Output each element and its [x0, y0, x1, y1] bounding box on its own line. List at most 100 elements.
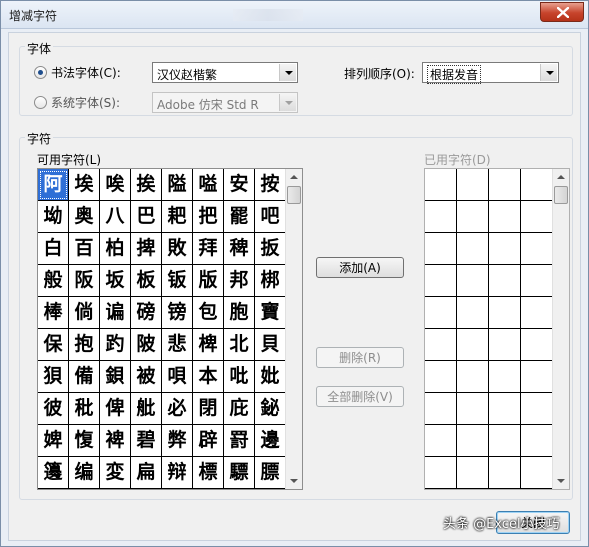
used-char-cell[interactable]: [457, 169, 489, 201]
used-char-cell[interactable]: [457, 361, 489, 393]
char-cell[interactable]: 北: [224, 329, 255, 361]
char-cell[interactable]: 必: [162, 393, 193, 425]
char-cell[interactable]: 版: [193, 265, 224, 297]
delete-button[interactable]: 删除(R): [316, 347, 404, 368]
char-cell[interactable]: 保: [38, 329, 69, 361]
char-cell[interactable]: 把: [193, 201, 224, 233]
used-char-cell[interactable]: [521, 457, 553, 489]
chevron-down-icon[interactable]: [540, 64, 557, 81]
char-cell[interactable]: 唉: [100, 169, 131, 201]
used-char-cell[interactable]: [521, 425, 553, 457]
calligraphy-font-radio[interactable]: 书法字体(C):: [34, 64, 121, 81]
char-cell[interactable]: 梆: [255, 265, 286, 297]
char-cell[interactable]: 嗌: [193, 169, 224, 201]
char-cell[interactable]: 白: [38, 233, 69, 265]
title-bar[interactable]: 增减字符: [1, 1, 588, 29]
char-cell[interactable]: 陂: [131, 329, 162, 361]
scroll-down-icon[interactable]: [286, 473, 302, 489]
chevron-down-icon[interactable]: [279, 64, 296, 81]
char-cell[interactable]: 被: [131, 361, 162, 393]
scroll-thumb[interactable]: [287, 186, 301, 204]
used-char-cell[interactable]: [521, 169, 553, 201]
system-font-radio[interactable]: 系统字体(S):: [34, 94, 120, 111]
char-cell[interactable]: 鋇: [100, 361, 131, 393]
char-cell[interactable]: 籩: [38, 457, 69, 489]
char-cell[interactable]: 秕: [69, 393, 100, 425]
char-cell[interactable]: 標: [193, 457, 224, 489]
char-cell[interactable]: 百: [69, 233, 100, 265]
char-cell[interactable]: 棒: [38, 297, 69, 329]
used-char-cell[interactable]: [489, 201, 521, 233]
used-char-cell[interactable]: [489, 361, 521, 393]
calligraphy-font-combo[interactable]: 汉仪赵楷繁: [152, 62, 298, 83]
char-cell[interactable]: 椑: [193, 329, 224, 361]
used-char-cell[interactable]: [457, 297, 489, 329]
char-cell[interactable]: 裨: [100, 425, 131, 457]
char-cell[interactable]: 寶: [255, 297, 286, 329]
used-char-cell[interactable]: [521, 393, 553, 425]
used-char-cell[interactable]: [425, 457, 457, 489]
char-cell[interactable]: 庇: [224, 393, 255, 425]
char-cell[interactable]: 邦: [224, 265, 255, 297]
char-cell[interactable]: 罸: [224, 425, 255, 457]
char-cell[interactable]: 俾: [100, 393, 131, 425]
char-cell[interactable]: 妣: [255, 361, 286, 393]
used-char-cell[interactable]: [489, 329, 521, 361]
used-char-cell[interactable]: [425, 201, 457, 233]
used-char-cell[interactable]: [457, 425, 489, 457]
char-cell[interactable]: 扳: [255, 233, 286, 265]
char-cell[interactable]: 谝: [100, 297, 131, 329]
used-char-cell[interactable]: [521, 361, 553, 393]
used-char-cell[interactable]: [425, 169, 457, 201]
scroll-up-icon[interactable]: [553, 169, 569, 185]
char-cell[interactable]: 愎: [69, 425, 100, 457]
char-cell[interactable]: 坳: [38, 201, 69, 233]
char-cell[interactable]: 八: [100, 201, 131, 233]
used-char-cell[interactable]: [425, 297, 457, 329]
used-char-cell[interactable]: [425, 361, 457, 393]
char-cell[interactable]: 编: [69, 457, 100, 489]
char-cell[interactable]: 辟: [193, 425, 224, 457]
chevron-down-icon[interactable]: [279, 94, 296, 111]
char-cell[interactable]: 彼: [38, 393, 69, 425]
char-cell[interactable]: 钣: [162, 265, 193, 297]
char-cell[interactable]: 阿: [38, 169, 69, 201]
char-cell[interactable]: 按: [255, 169, 286, 201]
used-char-cell[interactable]: [521, 265, 553, 297]
char-cell[interactable]: 辩: [162, 457, 193, 489]
char-cell[interactable]: 坂: [100, 265, 131, 297]
char-cell[interactable]: 本: [193, 361, 224, 393]
char-cell[interactable]: 阪: [69, 265, 100, 297]
char-cell[interactable]: 閉: [193, 393, 224, 425]
used-char-cell[interactable]: [425, 233, 457, 265]
char-cell[interactable]: 貝: [255, 329, 286, 361]
char-cell[interactable]: 驃: [224, 457, 255, 489]
available-chars-scrollbar[interactable]: [285, 169, 302, 489]
used-char-cell[interactable]: [489, 233, 521, 265]
char-cell[interactable]: 碧: [131, 425, 162, 457]
char-cell[interactable]: 巴: [131, 201, 162, 233]
used-char-cell[interactable]: [521, 233, 553, 265]
used-char-cell[interactable]: [425, 425, 457, 457]
used-char-cell[interactable]: [425, 393, 457, 425]
used-char-cell[interactable]: [457, 329, 489, 361]
char-cell[interactable]: 稗: [224, 233, 255, 265]
char-cell[interactable]: 敗: [162, 233, 193, 265]
used-char-cell[interactable]: [425, 329, 457, 361]
char-cell[interactable]: 奥: [69, 201, 100, 233]
char-cell[interactable]: 唄: [162, 361, 193, 393]
char-cell[interactable]: 耙: [162, 201, 193, 233]
delete-all-button[interactable]: 全部删除(V): [316, 386, 404, 407]
char-cell[interactable]: 吡: [224, 361, 255, 393]
used-char-cell[interactable]: [489, 457, 521, 489]
char-cell[interactable]: 镑: [162, 297, 193, 329]
used-char-cell[interactable]: [457, 233, 489, 265]
used-char-cell[interactable]: [521, 297, 553, 329]
char-cell[interactable]: 抱: [69, 329, 100, 361]
char-cell[interactable]: 狽: [38, 361, 69, 393]
used-char-cell[interactable]: [489, 297, 521, 329]
window-close-button[interactable]: [540, 2, 584, 22]
available-chars-list[interactable]: 阿埃唉挨隘嗌安按坳奥八巴耙把罷吧白百柏捭敗拜稗扳般阪坂板钣版邦梆棒倘谝磅镑包胞寶…: [37, 168, 303, 490]
char-cell[interactable]: 舭: [131, 393, 162, 425]
char-cell[interactable]: 埃: [69, 169, 100, 201]
